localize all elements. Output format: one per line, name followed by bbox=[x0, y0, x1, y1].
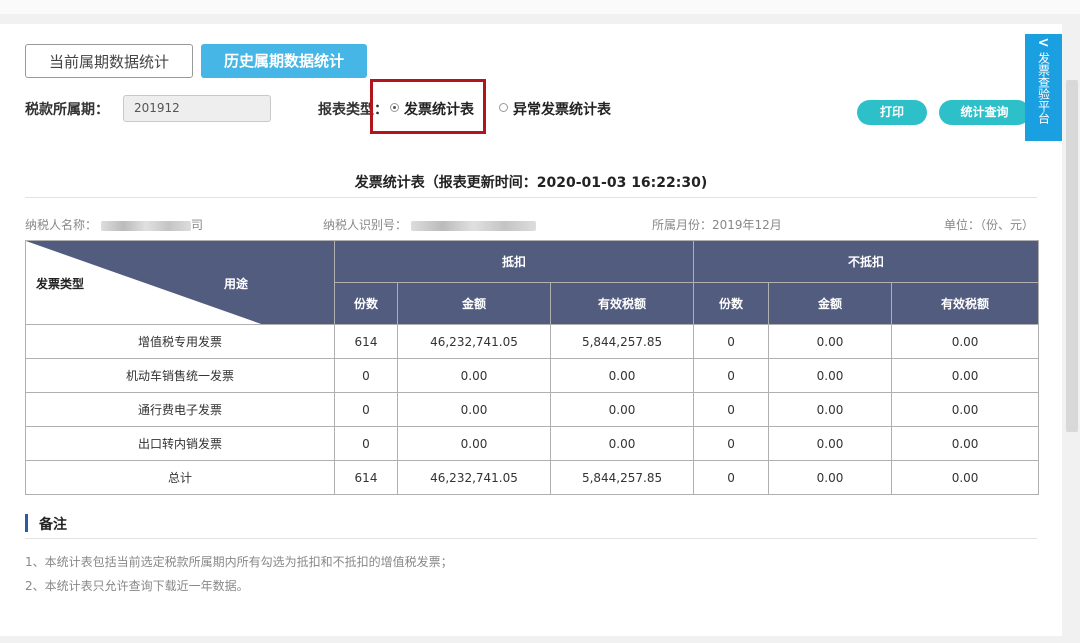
cell: 0 bbox=[335, 427, 398, 461]
redacted-name bbox=[101, 221, 191, 231]
cell-invoice-type: 通行费电子发票 bbox=[26, 393, 335, 427]
cell: 5,844,257.85 bbox=[551, 325, 694, 359]
print-button[interactable]: 打印 bbox=[857, 100, 927, 125]
notes-accent-bar bbox=[25, 514, 28, 532]
cell: 0.00 bbox=[398, 359, 551, 393]
tab-current-period[interactable]: 当前属期数据统计 bbox=[25, 44, 193, 78]
cell-invoice-type: 机动车销售统一发票 bbox=[26, 359, 335, 393]
taxpayer-name-label: 纳税人名称： bbox=[25, 218, 97, 232]
cell: 46,232,741.05 bbox=[398, 325, 551, 359]
redacted-id bbox=[411, 221, 536, 231]
table-corner-header: 发票类型 用途 bbox=[26, 241, 335, 325]
table-row: 增值税专用发票 614 46,232,741.05 5,844,257.85 0… bbox=[26, 325, 1039, 359]
cell: 614 bbox=[335, 461, 398, 495]
table-row-total: 总计 614 46,232,741.05 5,844,257.85 0 0.00… bbox=[26, 461, 1039, 495]
radio-abnormal[interactable] bbox=[499, 103, 508, 112]
cell-invoice-type: 增值税专用发票 bbox=[26, 325, 335, 359]
corner-type-label: 发票类型 bbox=[36, 275, 84, 292]
note-item: 2、本统计表只允许查询下载近一年数据。 bbox=[25, 577, 249, 594]
radio-abnormal-label[interactable]: 异常发票统计表 bbox=[513, 99, 611, 119]
cell: 0 bbox=[694, 359, 769, 393]
taxpayer-id-label: 纳税人识别号： bbox=[323, 218, 407, 232]
report-month: 所属月份：2019年12月 bbox=[652, 216, 782, 233]
cell-invoice-type: 出口转内销发票 bbox=[26, 427, 335, 461]
col-header: 金额 bbox=[769, 283, 892, 325]
divider bbox=[25, 197, 1037, 198]
cell: 0.00 bbox=[551, 359, 694, 393]
tab-history-period[interactable]: 历史属期数据统计 bbox=[201, 44, 367, 78]
taxpayer-name: 纳税人名称： 司 bbox=[25, 216, 203, 233]
cell: 0 bbox=[694, 393, 769, 427]
cell: 0 bbox=[335, 359, 398, 393]
cell: 0 bbox=[694, 461, 769, 495]
notes-divider bbox=[25, 538, 1037, 539]
cell: 0.00 bbox=[892, 393, 1039, 427]
cell: 614 bbox=[335, 325, 398, 359]
taxpayer-id: 纳税人识别号： bbox=[323, 216, 536, 233]
period-input[interactable]: 201912 bbox=[123, 95, 271, 122]
cell: 0.00 bbox=[769, 393, 892, 427]
cell: 5,844,257.85 bbox=[551, 461, 694, 495]
cell: 0.00 bbox=[892, 461, 1039, 495]
cell: 0.00 bbox=[769, 427, 892, 461]
top-strip bbox=[0, 0, 1080, 14]
query-button[interactable]: 统计查询 bbox=[939, 100, 1030, 125]
invoice-stats-table: 发票类型 用途 抵扣 不抵扣 份数 金额 有效税额 份数 金额 有效税额 增值税… bbox=[25, 240, 1039, 495]
col-header: 有效税额 bbox=[551, 283, 694, 325]
taxpayer-name-tail: 司 bbox=[191, 218, 203, 232]
report-unit: 单位：（份、元） bbox=[944, 216, 1034, 233]
corner-use-label: 用途 bbox=[224, 275, 248, 292]
cell-invoice-type: 总计 bbox=[26, 461, 335, 495]
col-header: 份数 bbox=[694, 283, 769, 325]
cell: 0.00 bbox=[892, 325, 1039, 359]
group-deduct-header: 抵扣 bbox=[335, 241, 694, 283]
cell: 0.00 bbox=[551, 427, 694, 461]
table-row: 通行费电子发票 0 0.00 0.00 0 0.00 0.00 bbox=[26, 393, 1039, 427]
cell: 0.00 bbox=[892, 427, 1039, 461]
col-header: 金额 bbox=[398, 283, 551, 325]
group-nondeduct-header: 不抵扣 bbox=[694, 241, 1039, 283]
table-row: 机动车销售统一发票 0 0.00 0.00 0 0.00 0.00 bbox=[26, 359, 1039, 393]
period-label: 税款所属期： bbox=[25, 99, 109, 119]
cell: 0.00 bbox=[892, 359, 1039, 393]
table-row: 出口转内销发票 0 0.00 0.00 0 0.00 0.00 bbox=[26, 427, 1039, 461]
cell: 0.00 bbox=[769, 461, 892, 495]
report-title: 发票统计表（报表更新时间：2020-01-03 16:22:30) bbox=[0, 172, 1062, 192]
notes-title: 备注 bbox=[39, 514, 67, 534]
cell: 0.00 bbox=[769, 325, 892, 359]
sidetab-label: 发票查验平台 bbox=[1037, 52, 1051, 124]
cell: 0.00 bbox=[398, 393, 551, 427]
cell: 0 bbox=[694, 427, 769, 461]
cell: 0.00 bbox=[551, 393, 694, 427]
col-header: 份数 bbox=[335, 283, 398, 325]
highlight-box bbox=[370, 79, 486, 134]
cell: 0.00 bbox=[769, 359, 892, 393]
chevron-left-icon: < bbox=[1025, 36, 1062, 50]
note-item: 1、本统计表包括当前选定税款所属期内所有勾选为抵扣和不抵扣的增值税发票； bbox=[25, 553, 453, 570]
cell: 0 bbox=[335, 393, 398, 427]
invoice-check-platform-tab[interactable]: < 发票查验平台 bbox=[1025, 34, 1062, 141]
scrollbar[interactable] bbox=[1066, 80, 1078, 432]
cell: 46,232,741.05 bbox=[398, 461, 551, 495]
col-header: 有效税额 bbox=[892, 283, 1039, 325]
cell: 0 bbox=[694, 325, 769, 359]
cell: 0.00 bbox=[398, 427, 551, 461]
